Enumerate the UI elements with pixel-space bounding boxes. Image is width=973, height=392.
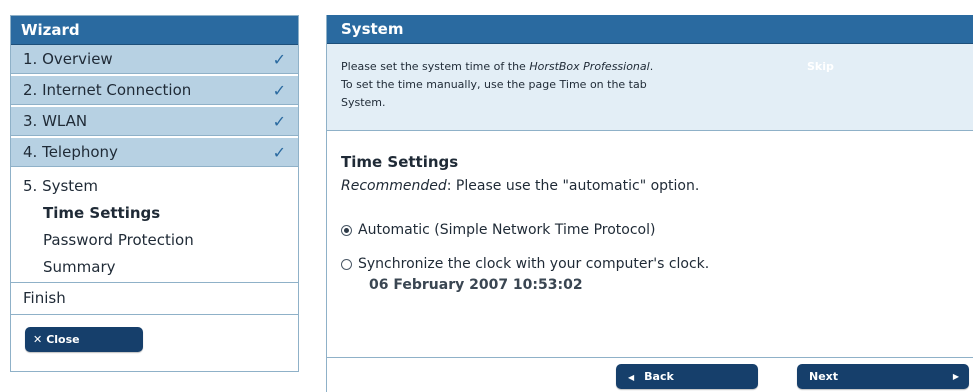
wizard-step-system-label: 5. System (23, 177, 99, 195)
intro-text: Please set the system time of the (341, 60, 530, 73)
intro-box: Please set the system time of the HorstB… (327, 44, 973, 131)
wizard-step-telephony[interactable]: 4. Telephony ✓ (11, 138, 298, 169)
close-button-label: Close (46, 333, 80, 346)
checkmark-icon: ✓ (272, 50, 286, 69)
product-name: HorstBox Professional (529, 60, 650, 73)
checkmark-icon: ✓ (272, 81, 286, 100)
wizard-page: Wizard 1. Overview ✓ 2. Internet Connect… (0, 0, 973, 392)
panel-footer: ◀ Back Next ▶ (327, 358, 973, 392)
arrow-right-icon: ▶ (952, 372, 959, 381)
checkmark-icon: ✓ (272, 143, 286, 162)
intro-line-2: To set the time manually, use the page T… (341, 78, 647, 91)
wizard-step-internet-connection[interactable]: 2. Internet Connection ✓ (11, 76, 298, 107)
content-panel: System Please set the system time of the… (326, 15, 973, 392)
wizard-sidebar: Wizard 1. Overview ✓ 2. Internet Connect… (10, 15, 299, 372)
close-button[interactable]: ✕ Close (25, 327, 143, 352)
back-button[interactable]: ◀ Back (616, 364, 758, 389)
wizard-step-label: 4. Telephony (23, 143, 118, 161)
wizard-title: Wizard (11, 16, 298, 45)
back-button-label: Back (644, 370, 674, 383)
hint-emphasis: Recommended (341, 178, 447, 194)
wizard-step-label: 1. Overview (23, 50, 113, 68)
computer-clock-datetime: 06 February 2007 10:53:02 (369, 277, 583, 293)
section-title: Time Settings (341, 153, 459, 171)
next-button-label: Next (809, 370, 839, 383)
option-automatic-label: Automatic (Simple Network Time Protocol) (358, 222, 656, 238)
substep-password-protection: Password Protection (43, 231, 194, 249)
close-icon: ✕ (33, 333, 43, 346)
recommendation-hint: Recommended: Please use the "automatic" … (341, 175, 973, 213)
substep-summary: Summary (43, 258, 116, 276)
intro-line-3: System. (341, 96, 386, 109)
wizard-step-wlan[interactable]: 3. WLAN ✓ (11, 107, 298, 138)
time-settings-section: Time Settings Recommended: Please use th… (327, 131, 973, 358)
close-area: ✕ Close (11, 315, 298, 352)
option-sync-computer-clock[interactable]: Synchronize the clock with your computer… (341, 247, 973, 281)
wizard-current-step: 5. System Time Settings Password Protect… (11, 169, 298, 283)
radio-automatic[interactable] (341, 224, 352, 236)
intro-text: . (649, 60, 654, 73)
wizard-step-finish: Finish (11, 283, 298, 315)
intro-line-1: Please set the system time of the HorstB… (341, 58, 973, 76)
arrow-left-icon: ◀ (628, 373, 635, 382)
wizard-step-overview[interactable]: 1. Overview ✓ (11, 45, 298, 76)
option-sync-label: Synchronize the clock with your computer… (358, 256, 710, 272)
option-automatic[interactable]: Automatic (Simple Network Time Protocol) (341, 213, 973, 247)
skip-link[interactable]: Skip (807, 58, 834, 76)
hint-text: : Please use the "automatic" option. (446, 178, 700, 194)
checkmark-icon: ✓ (272, 112, 286, 131)
wizard-step-label: 2. Internet Connection (23, 81, 192, 99)
substep-time-settings: Time Settings (43, 204, 161, 222)
wizard-step-label: 3. WLAN (23, 112, 88, 130)
panel-title: System (327, 15, 973, 44)
next-button[interactable]: Next ▶ (797, 364, 969, 389)
radio-sync-computer-clock[interactable] (341, 258, 352, 270)
